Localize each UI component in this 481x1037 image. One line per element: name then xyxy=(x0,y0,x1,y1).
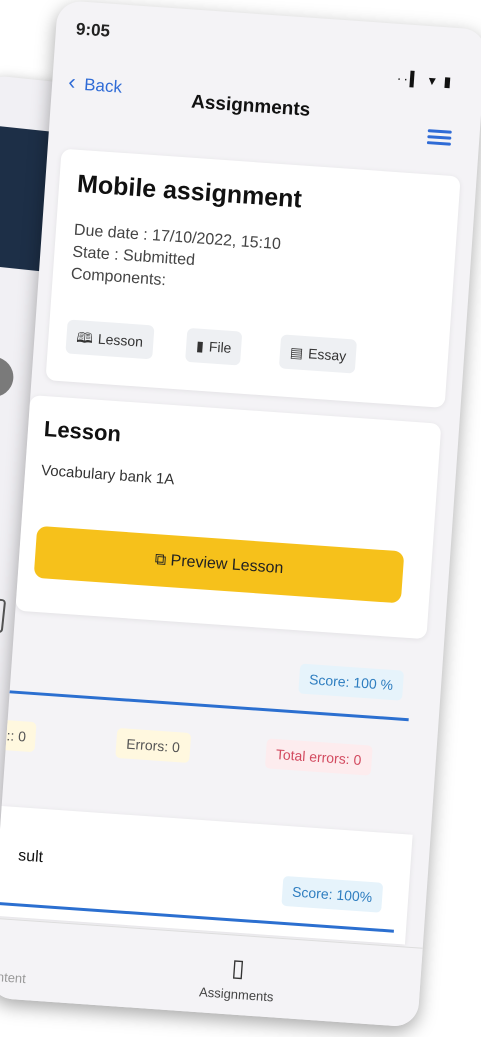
clipboard-icon: ▯ xyxy=(230,954,246,983)
component-chip-file[interactable]: ▮ File xyxy=(185,327,243,366)
chip-label: Essay xyxy=(307,345,347,364)
preview-label: Preview Lesson xyxy=(170,552,284,578)
chip-label: Lesson xyxy=(97,330,144,350)
lesson-card: Lesson Vocabulary bank 1A ⧉ Preview Less… xyxy=(15,395,442,640)
lesson-title: Lesson xyxy=(43,416,122,447)
essay-icon: ▤ xyxy=(289,344,304,361)
errors-badge: Errors: 0 xyxy=(115,727,191,763)
assignment-info: Due date : 17/10/2022, 15:10 State : Sub… xyxy=(70,220,281,300)
file-icon: ▮ xyxy=(195,337,205,355)
back-label: Back xyxy=(83,75,123,97)
final-score-badge: Score: 100% xyxy=(281,875,384,913)
page-title: Assignments xyxy=(190,91,311,121)
assignment-card: Mobile assignment Due date : 17/10/2022,… xyxy=(45,148,461,408)
background-app-icon: ▦ xyxy=(0,595,7,634)
lesson-name: Vocabulary bank 1A xyxy=(40,461,175,489)
results-section: Score: 100 % :: 0 Errors: 0 Total errors… xyxy=(0,628,425,826)
tab-label: Assignments xyxy=(198,984,274,1005)
score-badge: Score: 100 % xyxy=(298,663,405,701)
tab-assignments[interactable]: ▯ Assignments xyxy=(199,951,277,1004)
component-chip-lesson[interactable]: 🕮 Lesson xyxy=(65,319,155,360)
component-chip-essay[interactable]: ▤ Essay xyxy=(278,334,358,374)
phone-screen: 9:05 ··▍ ▾ ▮ ‹ Back Assignments Mobile a… xyxy=(0,0,481,1028)
tab-content[interactable]: ontent xyxy=(0,937,29,986)
result-label: sult xyxy=(17,847,44,867)
preview-lesson-button[interactable]: ⧉ Preview Lesson xyxy=(33,525,405,604)
content-icon xyxy=(0,937,29,967)
assignment-title: Mobile assignment xyxy=(76,169,303,214)
total-errors-badge: Total errors: 0 xyxy=(264,738,373,776)
menu-icon[interactable] xyxy=(426,126,452,149)
chevron-left-icon: ‹ xyxy=(67,68,77,95)
chip-label: File xyxy=(208,338,232,356)
background-avatar xyxy=(0,354,16,399)
book-icon: 🕮 xyxy=(75,329,94,347)
external-link-icon: ⧉ xyxy=(154,551,172,570)
status-icons: ··▍ ▾ ▮ xyxy=(396,69,454,90)
back-button[interactable]: ‹ Back xyxy=(67,69,123,99)
tab-label: ontent xyxy=(0,968,27,987)
status-time: 9:05 xyxy=(75,19,111,41)
